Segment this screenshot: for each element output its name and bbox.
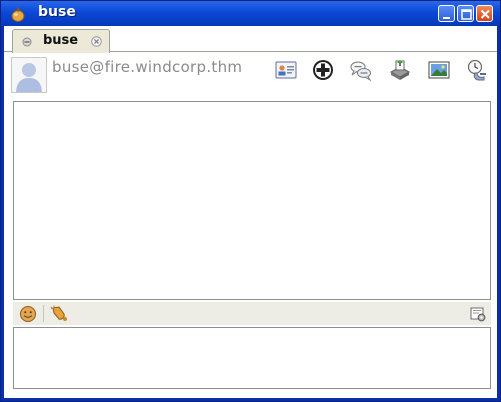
add-contact-icon[interactable] (311, 58, 335, 82)
default-avatar-icon: . (16, 63, 42, 92)
gourd-app-icon (10, 6, 26, 22)
attention-icon[interactable] (50, 305, 70, 323)
tab-strip: buse (4, 26, 497, 53)
minimize-button[interactable] (438, 5, 455, 22)
settings-icon[interactable] (470, 306, 486, 322)
title-bar[interactable]: buse (1, 1, 500, 26)
contact-jid: buse@fire.windcorp.thm (52, 58, 243, 76)
send-file-icon[interactable] (388, 58, 412, 82)
status-dot-icon (22, 36, 32, 47)
minimize-icon (443, 17, 450, 19)
tab-buse[interactable]: buse (12, 29, 110, 53)
image-icon[interactable] (427, 58, 451, 82)
chat-window: buse buse . buse@fire.windcorp.thm (0, 0, 501, 402)
vcard-icon[interactable] (274, 58, 298, 82)
contact-header: . buse@fire.windcorp.thm (4, 53, 497, 97)
avatar: . (11, 57, 47, 93)
toolbar-separator (43, 305, 44, 322)
tab-label: buse (43, 33, 79, 48)
window-title: buse (38, 4, 76, 20)
message-input[interactable] (13, 327, 491, 389)
emoticon-icon[interactable] (19, 305, 37, 323)
chat-bubbles-icon[interactable] (349, 58, 373, 82)
chat-client-area: buse . buse@fire.windcorp.thm (4, 26, 497, 398)
close-button[interactable] (476, 5, 493, 22)
maximize-button[interactable] (457, 5, 474, 22)
maximize-icon (461, 9, 472, 20)
history-icon[interactable] (465, 58, 489, 82)
conversation-transcript[interactable] (13, 101, 491, 300)
close-icon[interactable] (91, 36, 102, 47)
close-window-icon (480, 9, 490, 19)
chat-input-toolbar (13, 302, 491, 325)
